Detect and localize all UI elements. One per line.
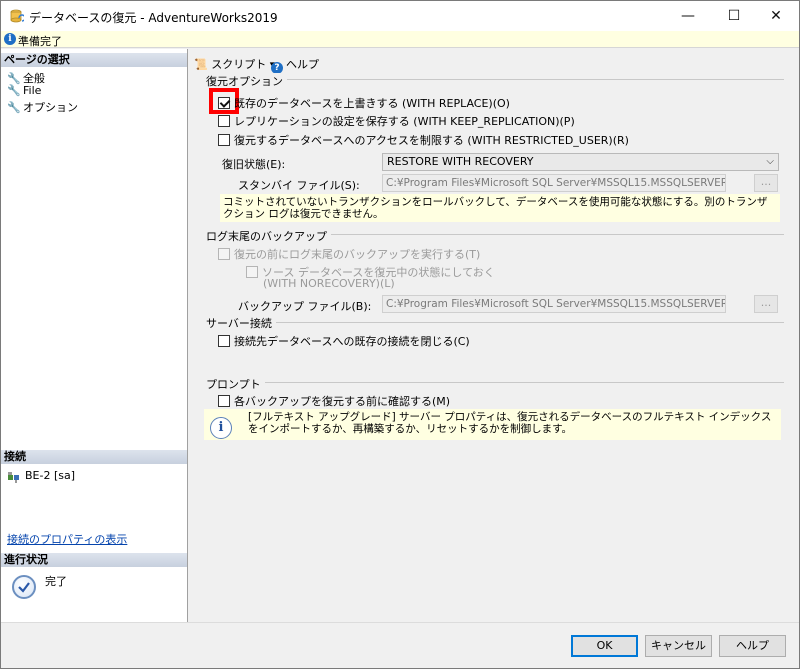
- backup-file-label: バックアップ ファイル(B):: [238, 300, 372, 313]
- close-existing-checkbox[interactable]: [218, 335, 230, 347]
- fulltext-info-text: [フルテキスト アップグレード] サーバー プロパティは、復元されるデータベース…: [248, 411, 772, 435]
- standby-browse-button[interactable]: ...: [754, 174, 778, 192]
- recovery-state-label: 復旧状態(E):: [222, 158, 286, 171]
- restore-options-group-label: 復元オプション: [206, 73, 287, 89]
- close-existing-label: 接続先データベースへの既存の接続を閉じる(C): [234, 335, 470, 348]
- confirm-each-option[interactable]: 各バックアップを復元する前に確認する(M): [218, 393, 450, 409]
- page-item-file[interactable]: 🔧 File: [7, 84, 41, 97]
- ok-button[interactable]: OK: [571, 635, 638, 657]
- connection-plug-icon: [8, 472, 19, 483]
- with-replace-option[interactable]: 既存のデータベースを上書きする (WITH REPLACE)(O): [218, 95, 510, 111]
- restricted-user-checkbox[interactable]: [218, 134, 230, 146]
- progress-done-icon: [12, 575, 36, 599]
- script-icon: 📜: [194, 58, 208, 71]
- minimize-button[interactable]: —: [665, 1, 711, 31]
- options-page: 📜 スクリプト ▾ ?ヘルプ 復元オプション 既存のデータベースを上書きする (…: [189, 49, 799, 622]
- page-item-label: File: [23, 84, 42, 97]
- confirm-each-label: 各バックアップを復元する前に確認する(M): [234, 395, 451, 408]
- with-replace-checkbox[interactable]: [218, 97, 230, 109]
- connection-header: 接続: [1, 450, 187, 464]
- standby-file-label: スタンバイ ファイル(S):: [238, 179, 360, 192]
- close-button[interactable]: ✕: [753, 1, 799, 31]
- restricted-user-label: 復元するデータベースへのアクセスを制限する (WITH RESTRICTED_U…: [234, 134, 629, 147]
- backup-file-browse-button[interactable]: ...: [754, 295, 778, 313]
- connection-text: BE-2 [sa]: [25, 469, 76, 482]
- with-replace-label: 既存のデータベースを上書きする (WITH REPLACE)(O): [234, 97, 510, 110]
- restricted-user-option[interactable]: 復元するデータベースへのアクセスを制限する (WITH RESTRICTED_U…: [218, 132, 629, 148]
- chevron-down-icon: ⌵: [766, 156, 774, 167]
- wrench-icon: 🔧: [7, 84, 21, 97]
- help-button[interactable]: ヘルプ: [719, 635, 786, 657]
- tail-log-group-label: ログ末尾のバックアップ: [206, 228, 331, 244]
- info-icon: i: [4, 33, 16, 45]
- toolbar: 📜 スクリプト ▾ ?ヘルプ: [189, 49, 799, 74]
- connection-properties-link[interactable]: 接続のプロパティの表示: [7, 531, 127, 547]
- help-label: ヘルプ: [286, 58, 319, 71]
- group-divider: [206, 322, 784, 323]
- status-text: 準備完了: [18, 35, 62, 48]
- take-tail-log-checkbox[interactable]: [218, 248, 230, 260]
- script-label: スクリプト: [211, 58, 267, 71]
- page-item-options[interactable]: 🔧 オプション: [7, 99, 78, 115]
- status-bar: i 準備完了: [1, 31, 799, 48]
- help-toolbar-button[interactable]: ? ヘルプ: [271, 56, 319, 74]
- group-divider: [206, 382, 784, 383]
- take-tail-log-label: 復元の前にログ末尾のバックアップを実行する(T): [234, 248, 481, 261]
- norecovery-label-line2: (WITH NORECOVERY)(L): [263, 277, 395, 290]
- info-icon: i: [210, 417, 232, 439]
- dialog-footer: OK キャンセル ヘルプ: [1, 622, 799, 668]
- group-divider: [206, 79, 784, 80]
- page-item-label: オプション: [23, 101, 78, 114]
- prompt-group-label: プロンプト: [206, 376, 265, 392]
- recovery-state-value: RESTORE WITH RECOVERY: [387, 155, 534, 168]
- standby-file-input[interactable]: C:¥Program Files¥Microsoft SQL Server¥MS…: [382, 174, 726, 192]
- wrench-icon: 🔧: [7, 101, 21, 114]
- restore-database-window: データベースの復元 - AdventureWorks2019 — ☐ ✕ i 準…: [0, 0, 800, 669]
- pages-header: ページの選択: [1, 53, 187, 67]
- recovery-note: コミットされていないトランザクションをロールバックして、データベースを使用可能な…: [220, 194, 780, 222]
- database-restore-icon: [10, 9, 24, 23]
- norecovery-checkbox[interactable]: [246, 266, 258, 278]
- progress-text: 完了: [45, 575, 67, 588]
- close-existing-option[interactable]: 接続先データベースへの既存の接続を閉じる(C): [218, 333, 470, 349]
- left-panel: ページの選択 🔧 全般 🔧 File 🔧 オプション 接続 BE-2 [sa] 接続の…: [1, 49, 188, 622]
- maximize-button[interactable]: ☐: [711, 1, 757, 31]
- confirm-each-checkbox[interactable]: [218, 395, 230, 407]
- take-tail-log-option[interactable]: 復元の前にログ末尾のバックアップを実行する(T): [218, 246, 480, 262]
- cancel-button[interactable]: キャンセル: [645, 635, 712, 657]
- keep-replication-checkbox[interactable]: [218, 115, 230, 127]
- server-connections-group-label: サーバー接続: [206, 315, 276, 331]
- title-bar: データベースの復元 - AdventureWorks2019 — ☐ ✕: [1, 1, 799, 31]
- progress-header: 進行状況: [1, 553, 187, 567]
- keep-replication-label: レプリケーションの設定を保存する (WITH KEEP_REPLICATION)…: [234, 115, 575, 128]
- script-button[interactable]: 📜 スクリプト ▾: [194, 56, 275, 72]
- recovery-state-dropdown[interactable]: RESTORE WITH RECOVERY ⌵: [382, 153, 779, 171]
- window-title: データベースの復元 - AdventureWorks2019: [29, 11, 278, 25]
- keep-replication-option[interactable]: レプリケーションの設定を保存する (WITH KEEP_REPLICATION)…: [218, 113, 575, 129]
- backup-file-input[interactable]: C:¥Program Files¥Microsoft SQL Server¥MS…: [382, 295, 726, 313]
